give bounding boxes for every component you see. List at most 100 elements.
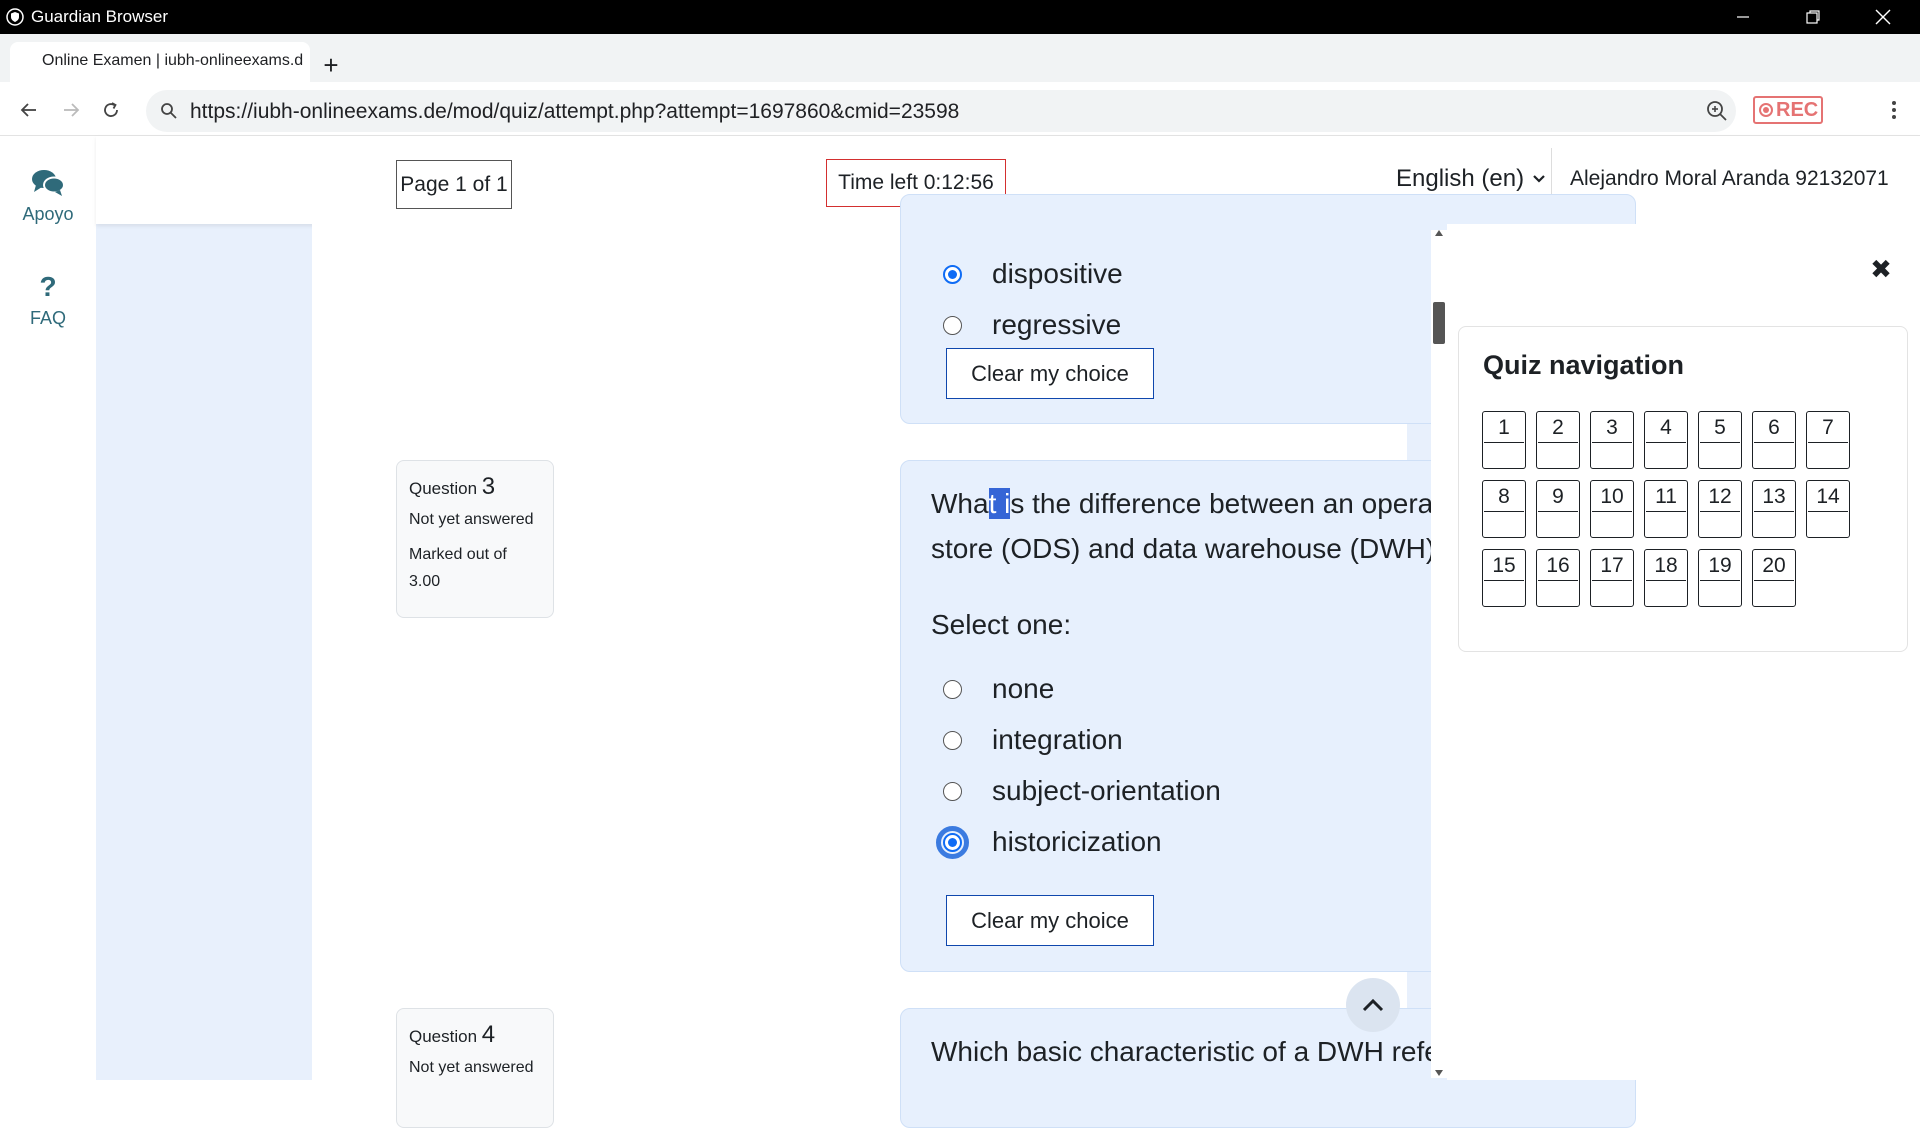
radio-button[interactable]	[943, 730, 962, 750]
radio-button[interactable]	[943, 264, 962, 284]
restore-button[interactable]	[1790, 0, 1836, 34]
record-icon	[1759, 103, 1773, 117]
minimize-button[interactable]	[1720, 0, 1766, 34]
quiz-nav-number: 17	[1592, 551, 1632, 581]
left-rail: Apoyo ? FAQ	[0, 136, 96, 1080]
browser-tab[interactable]: Online Examen | iubh-onlineexams.d	[10, 42, 310, 82]
browser-menu-button[interactable]	[1882, 98, 1906, 122]
quiz-nav-button[interactable]: 1	[1482, 411, 1526, 469]
quiz-nav-number: 2	[1538, 413, 1578, 443]
title-bar: Guardian Browser	[0, 0, 1920, 34]
question-number: Question 4	[409, 1021, 541, 1049]
option-label: subject-orientation	[992, 775, 1221, 806]
quiz-nav-number: 19	[1700, 551, 1740, 581]
address-bar[interactable]: https://iubh-onlineexams.de/mod/quiz/att…	[146, 90, 1736, 132]
quiz-nav-number: 15	[1484, 551, 1524, 581]
radio-button[interactable]	[943, 781, 962, 801]
restore-icon	[1806, 10, 1820, 24]
quiz-nav-button[interactable]: 2	[1536, 411, 1580, 469]
quiz-nav-number: 16	[1538, 551, 1578, 581]
quiz-nav-button[interactable]: 18	[1644, 549, 1688, 607]
option-none[interactable]: none	[943, 673, 1054, 705]
language-label: English (en)	[1396, 165, 1525, 192]
quiz-content: dispositive regressive Clear my choice Q…	[312, 194, 1636, 1128]
chevron-down-icon	[1533, 175, 1545, 183]
quiz-nav-number: 14	[1808, 482, 1848, 512]
quiz-nav-number: 4	[1646, 413, 1686, 443]
quiz-nav-button[interactable]: 8	[1482, 480, 1526, 538]
close-icon	[1875, 9, 1891, 25]
user-name[interactable]: Alejandro Moral Aranda 92132071	[1570, 167, 1889, 191]
option-label: historicization	[992, 826, 1162, 857]
reload-button[interactable]	[96, 95, 126, 125]
option-label: integration	[992, 724, 1123, 755]
quiz-nav-button[interactable]: 13	[1752, 480, 1796, 538]
question-number-value: 4	[481, 1021, 496, 1048]
scrollbar-thumb[interactable]	[1433, 302, 1445, 344]
chat-icon	[32, 170, 65, 196]
close-drawer-icon[interactable]: ✖	[1868, 256, 1894, 282]
radio-button[interactable]	[943, 315, 962, 335]
question-label: Question	[409, 479, 478, 498]
new-tab-button[interactable]: +	[318, 52, 344, 78]
option-label: dispositive	[992, 258, 1123, 289]
forward-button[interactable]	[56, 95, 86, 125]
zoom-icon[interactable]	[1706, 100, 1728, 122]
scroll-up-icon[interactable]	[1435, 230, 1443, 236]
option-regressive[interactable]: regressive	[943, 309, 1121, 341]
option-dispositive[interactable]: dispositive	[943, 258, 1123, 290]
support-label: Apoyo	[22, 204, 74, 224]
option-label: none	[992, 673, 1055, 704]
quiz-nav-button[interactable]: 20	[1752, 549, 1796, 607]
faq-link[interactable]: ? FAQ	[0, 270, 96, 329]
quiz-nav-button[interactable]: 4	[1644, 411, 1688, 469]
shield-icon	[6, 8, 24, 26]
support-link[interactable]: Apoyo	[0, 168, 96, 225]
back-button[interactable]	[14, 95, 44, 125]
quiz-nav-button[interactable]: 6	[1752, 411, 1796, 469]
option-historicization[interactable]: historicization	[936, 825, 1162, 859]
quiz-nav-button[interactable]: 3	[1590, 411, 1634, 469]
select-one-label: Select one:	[931, 609, 1072, 640]
rec-label: REC	[1776, 98, 1819, 121]
question-4-info: Question 4 Not yet answered	[396, 1008, 554, 1128]
question-mark-icon: ?	[39, 271, 57, 302]
quiz-nav-button[interactable]: 9	[1536, 480, 1580, 538]
language-selector[interactable]: English (en)	[1396, 165, 1546, 193]
selected-text: t i	[988, 488, 1011, 519]
question-state: Not yet answered	[409, 511, 534, 528]
quiz-nav-button[interactable]: 10	[1590, 480, 1634, 538]
radio-button[interactable]	[943, 679, 962, 699]
more-vertical-icon	[1892, 101, 1896, 119]
quiz-nav-number: 13	[1754, 482, 1794, 512]
scrollbar-track[interactable]	[1431, 230, 1447, 1078]
question-number: Question 3	[409, 473, 541, 501]
scroll-down-icon[interactable]	[1435, 1070, 1443, 1076]
back-to-top-button[interactable]	[1346, 978, 1400, 1032]
quiz-nav-number: 11	[1646, 482, 1686, 512]
quiz-nav-number: 10	[1592, 482, 1632, 512]
quiz-nav-button[interactable]: 14	[1806, 480, 1850, 538]
close-window-button[interactable]	[1860, 0, 1906, 34]
quiz-nav-button[interactable]: 5	[1698, 411, 1742, 469]
clear-choice-button[interactable]: Clear my choice	[946, 895, 1154, 946]
quiz-nav-button[interactable]: 12	[1698, 480, 1742, 538]
quiz-nav-button[interactable]: 19	[1698, 549, 1742, 607]
tab-title: Online Examen | iubh-onlineexams.d	[42, 52, 304, 69]
quiz-nav-button[interactable]: 7	[1806, 411, 1850, 469]
quiz-nav-number: 18	[1646, 551, 1686, 581]
quiz-nav-button[interactable]: 17	[1590, 549, 1634, 607]
marked-out-of-label: Marked out of	[409, 546, 507, 563]
quiz-nav-button[interactable]: 11	[1644, 480, 1688, 538]
radio-button[interactable]	[936, 825, 969, 859]
reload-icon	[104, 102, 118, 117]
quiz-nav-button[interactable]: 16	[1536, 549, 1580, 607]
clear-choice-button[interactable]: Clear my choice	[946, 348, 1154, 399]
option-subject-orientation[interactable]: subject-orientation	[943, 775, 1221, 807]
url-text[interactable]: https://iubh-onlineexams.de/mod/quiz/att…	[190, 100, 959, 124]
quiz-nav-button[interactable]: 15	[1482, 549, 1526, 607]
minimize-icon	[1737, 16, 1749, 18]
option-integration[interactable]: integration	[943, 724, 1123, 756]
quiz-nav-number: 20	[1754, 551, 1794, 581]
app-title: Guardian Browser	[31, 7, 169, 26]
